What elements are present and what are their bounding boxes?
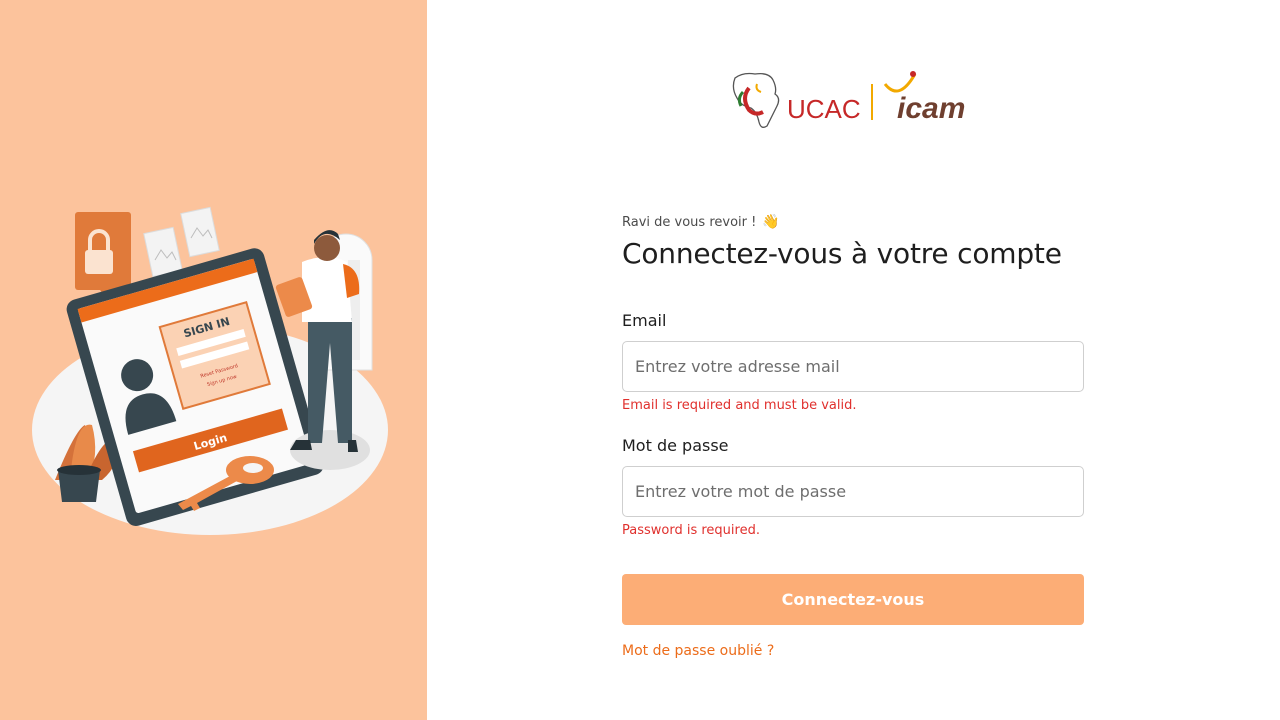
login-form: Ravi de vous revoir ! 👋 Connectez-vous à… bbox=[622, 213, 1084, 659]
password-label: Mot de passe bbox=[622, 436, 729, 455]
email-input[interactable] bbox=[622, 341, 1084, 392]
email-label: Email bbox=[622, 311, 667, 330]
ucac-wordmark: UCAC bbox=[787, 94, 861, 124]
greeting: Ravi de vous revoir ! 👋 bbox=[622, 213, 1084, 231]
illustration-panel: SIGN IN Reset Password Sign up now Login bbox=[0, 0, 427, 720]
email-error-message: Email is required and must be valid. bbox=[622, 398, 857, 413]
password-input[interactable] bbox=[622, 466, 1084, 517]
africa-map-logo-icon bbox=[732, 72, 780, 128]
password-error-message: Password is required. bbox=[622, 523, 760, 538]
page-title: Connectez-vous à votre compte bbox=[622, 237, 1062, 270]
login-illustration: SIGN IN Reset Password Sign up now Login bbox=[32, 206, 388, 535]
login-panel: UCAC icam Ravi de vous revoir ! 👋 Connec… bbox=[427, 0, 1280, 720]
ucac-icam-logo: UCAC icam bbox=[727, 66, 987, 130]
waving-hand-icon: 👋 bbox=[762, 214, 780, 230]
icam-accent-icon bbox=[883, 71, 917, 93]
icam-wordmark: icam bbox=[897, 92, 965, 125]
forgot-password-link[interactable]: Mot de passe oublié ? bbox=[622, 643, 774, 659]
greeting-text: Ravi de vous revoir ! bbox=[622, 214, 757, 230]
login-submit-button[interactable]: Connectez-vous bbox=[622, 574, 1084, 625]
